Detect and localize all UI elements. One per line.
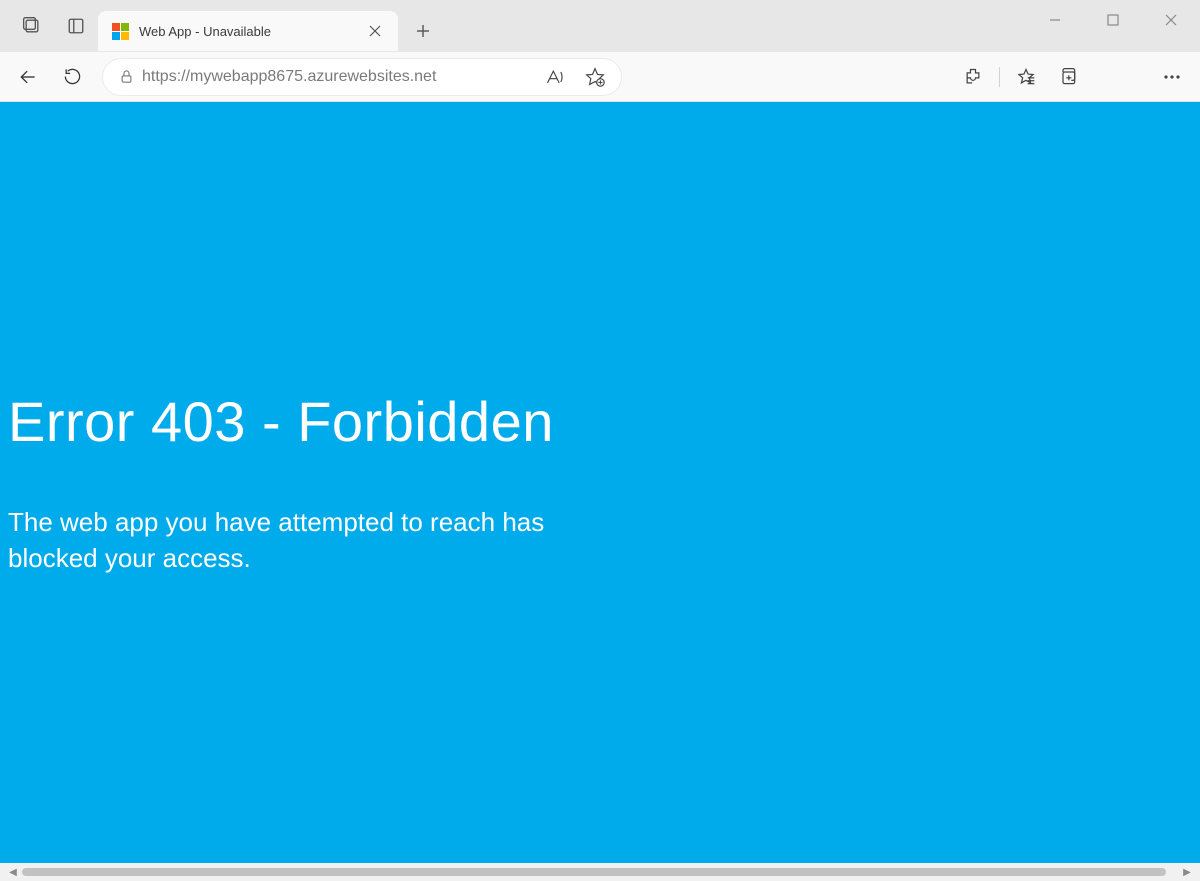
lock-icon: [119, 68, 134, 85]
read-aloud-button[interactable]: [539, 61, 571, 93]
close-tab-button[interactable]: [366, 22, 384, 40]
collections-button[interactable]: [1048, 59, 1088, 95]
vertical-tabs-button[interactable]: [54, 6, 98, 46]
scroll-right-arrow[interactable]: ▶: [1178, 865, 1196, 879]
extensions-button[interactable]: [953, 59, 993, 95]
error-title: Error 403 - Forbidden: [8, 389, 1192, 454]
toolbar-right: [953, 59, 1192, 95]
toolbar: https://mywebapp8675.azurewebsites.net: [0, 52, 1200, 102]
horizontal-scrollbar[interactable]: ◀ ▶: [0, 863, 1200, 881]
error-message: The web app you have attempted to reach …: [8, 504, 628, 577]
new-tab-button[interactable]: [404, 12, 442, 50]
separator: [999, 67, 1000, 87]
titlebar: Web App - Unavailable: [0, 0, 1200, 52]
tab-actions-button[interactable]: [10, 6, 54, 46]
scroll-thumb[interactable]: [22, 868, 1166, 876]
browser-tab[interactable]: Web App - Unavailable: [98, 11, 398, 51]
refresh-button[interactable]: [52, 59, 92, 95]
favorites-button[interactable]: [1006, 59, 1046, 95]
minimize-button[interactable]: [1026, 0, 1084, 40]
favorite-button[interactable]: [579, 61, 611, 93]
scroll-track[interactable]: [22, 866, 1178, 878]
microsoft-icon: [112, 23, 129, 40]
tab-title: Web App - Unavailable: [139, 24, 356, 39]
window-controls: [1026, 0, 1200, 40]
menu-button[interactable]: [1152, 59, 1192, 95]
address-bar[interactable]: https://mywebapp8675.azurewebsites.net: [102, 58, 622, 96]
close-window-button[interactable]: [1142, 0, 1200, 40]
page-content: Error 403 - Forbidden The web app you ha…: [0, 102, 1200, 863]
address-url: https://mywebapp8675.azurewebsites.net: [142, 68, 539, 86]
back-button[interactable]: [8, 59, 48, 95]
scroll-left-arrow[interactable]: ◀: [4, 865, 22, 879]
maximize-button[interactable]: [1084, 0, 1142, 40]
